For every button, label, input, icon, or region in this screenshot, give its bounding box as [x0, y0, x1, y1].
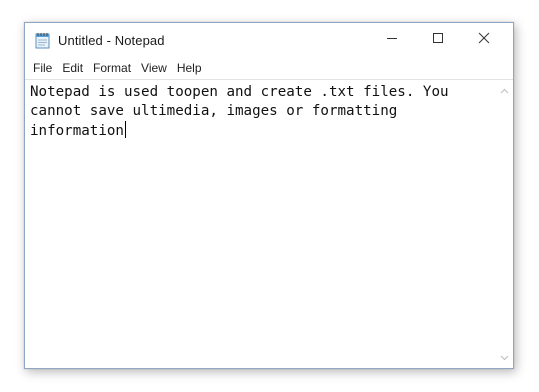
maximize-icon: [433, 33, 443, 43]
editor-text-container[interactable]: Notepad is used toopen and create .txt f…: [30, 83, 492, 141]
menu-format[interactable]: Format: [88, 58, 136, 78]
menu-help[interactable]: Help: [172, 58, 207, 78]
title-bar[interactable]: Untitled - Notepad: [25, 23, 513, 58]
minimize-icon: [387, 38, 397, 39]
scroll-down-button[interactable]: [496, 349, 513, 366]
desktop-background: Untitled - Notepad File Edit Format View…: [0, 0, 539, 392]
maximize-button[interactable]: [415, 23, 461, 53]
minimize-button[interactable]: [369, 23, 415, 53]
editor-text: Notepad is used toopen and create .txt f…: [30, 84, 458, 139]
window-title: Untitled - Notepad: [58, 33, 165, 48]
menu-view[interactable]: View: [136, 58, 172, 78]
close-button[interactable]: [461, 23, 507, 53]
menu-edit[interactable]: Edit: [57, 58, 88, 78]
close-icon: [478, 32, 490, 44]
text-editor-area[interactable]: Notepad is used toopen and create .txt f…: [25, 79, 513, 369]
notepad-icon: [34, 32, 51, 49]
scroll-up-arrow-icon: [500, 88, 509, 93]
vertical-scrollbar[interactable]: [496, 80, 513, 368]
scroll-down-arrow-icon: [500, 355, 509, 360]
text-caret: [124, 121, 126, 138]
scroll-up-button[interactable]: [496, 82, 513, 99]
menu-bar: File Edit Format View Help: [25, 58, 513, 78]
menu-file[interactable]: File: [28, 58, 57, 78]
notepad-window: Untitled - Notepad File Edit Format View…: [24, 22, 514, 369]
